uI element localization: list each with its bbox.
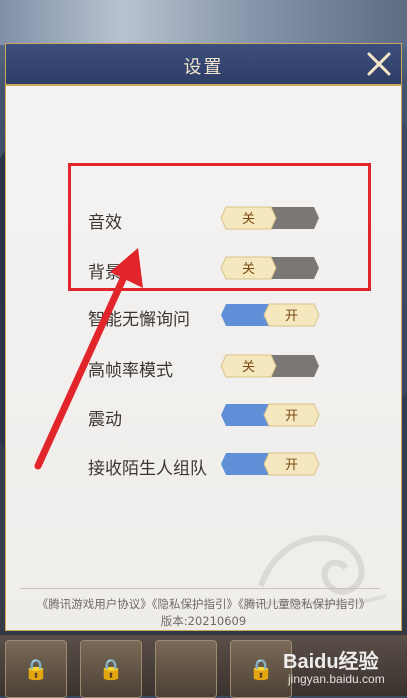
toggle-state-label: 关 xyxy=(242,360,255,375)
user-agreement-link[interactable]: 《腾讯游戏用户协议》 xyxy=(37,597,152,611)
setting-row: 音效 关 xyxy=(6,204,401,236)
setting-toggle[interactable]: 关 xyxy=(220,206,320,230)
setting-label: 智能无懈询问 xyxy=(88,310,190,330)
toggle-state-label: 关 xyxy=(242,262,255,277)
background-top-scene xyxy=(0,0,407,45)
toggle-state-label: 开 xyxy=(285,409,298,424)
child-privacy-link[interactable]: 《腾讯儿童隐私保护指引》 xyxy=(238,597,370,611)
watermark-url: jingyan.baidu.com xyxy=(288,672,385,686)
setting-row: 背景音 关 xyxy=(6,254,401,286)
setting-label: 高帧率模式 xyxy=(88,361,173,381)
lock-icon: 🔒 xyxy=(98,657,124,681)
toggle-state-label: 开 xyxy=(285,458,298,473)
setting-toggle[interactable]: 关 xyxy=(220,256,320,280)
version-text: 版本:20210609 xyxy=(160,614,247,628)
setting-row: 高帧率模式 关 xyxy=(6,352,401,384)
setting-label: 音效 xyxy=(88,213,122,233)
slot-3[interactable] xyxy=(155,640,217,698)
locked-slot-1[interactable]: 🔒 xyxy=(5,640,67,698)
toggle-state-label: 关 xyxy=(242,212,255,227)
baidu-watermark: Baidu经验 xyxy=(283,645,379,674)
setting-label: 接收陌生人组队 xyxy=(88,459,207,479)
setting-label: 震动 xyxy=(88,410,122,430)
setting-row: 接收陌生人组队 开 xyxy=(6,450,401,482)
setting-toggle[interactable]: 开 xyxy=(220,303,320,327)
setting-toggle[interactable]: 关 xyxy=(220,354,320,378)
settings-dialog: 设置 音效关背景音关智能无懈询问开高帧率模式关震动开接收陌生人组队开 《腾讯游戏… xyxy=(5,43,402,631)
setting-label: 背景音 xyxy=(88,263,139,283)
footer-divider xyxy=(20,588,380,589)
setting-row: 智能无懈询问 开 xyxy=(6,301,401,333)
lock-icon: 🔒 xyxy=(248,657,274,681)
dialog-title: 设置 xyxy=(183,57,224,78)
settings-content: 音效关背景音关智能无懈询问开高帧率模式关震动开接收陌生人组队开 《腾讯游戏用户协… xyxy=(6,86,401,630)
dialog-header: 设置 xyxy=(6,44,401,86)
footer-links: 《腾讯游戏用户协议》《隐私保护指引》《腾讯儿童隐私保护指引》 xyxy=(6,596,401,612)
toggle-state-label: 开 xyxy=(285,309,298,324)
setting-row: 震动 开 xyxy=(6,401,401,433)
lock-icon: 🔒 xyxy=(23,657,49,681)
setting-toggle[interactable]: 开 xyxy=(220,452,320,476)
locked-slot-2[interactable]: 🔒 xyxy=(80,640,142,698)
close-icon[interactable] xyxy=(362,47,396,81)
setting-toggle[interactable]: 开 xyxy=(220,403,320,427)
privacy-link[interactable]: 《隐私保护指引》 xyxy=(152,597,238,611)
watermark-brand: Baidu经验 xyxy=(283,651,379,673)
